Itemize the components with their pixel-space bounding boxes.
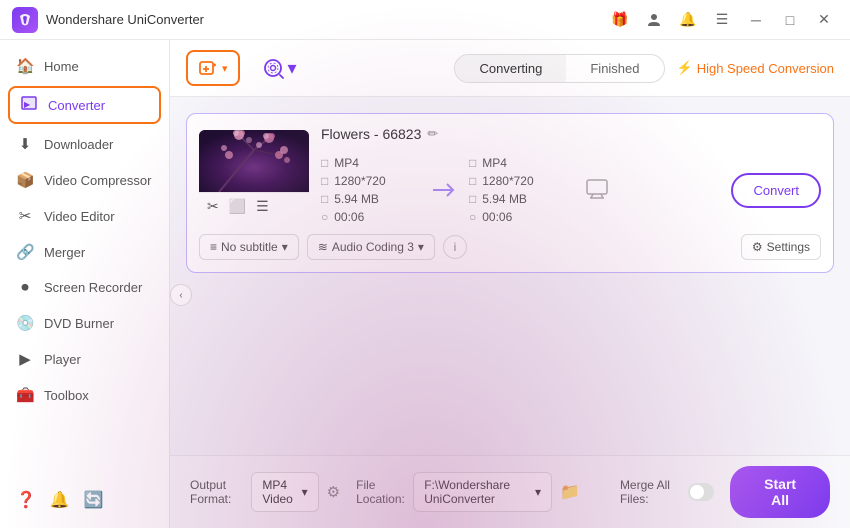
file-card: ✂ ⬜ ☰ Flowers - 66823 ✏ [186, 113, 834, 273]
content-area: ▾ ▾ Converting Finished ⚡ High Speed Con… [170, 40, 850, 528]
thumbnail-image [199, 130, 309, 192]
file-list-area: ✂ ⬜ ☰ Flowers - 66823 ✏ [170, 97, 850, 455]
merge-toggle-switch[interactable] [688, 483, 714, 501]
main-layout: 🏠 Home ▶ Converter ⬇ Downloader 📦 Video … [0, 40, 850, 528]
file-card-top: ✂ ⬜ ☰ Flowers - 66823 ✏ [199, 126, 821, 224]
file-thumbnail: ✂ ⬜ ☰ [199, 130, 309, 220]
